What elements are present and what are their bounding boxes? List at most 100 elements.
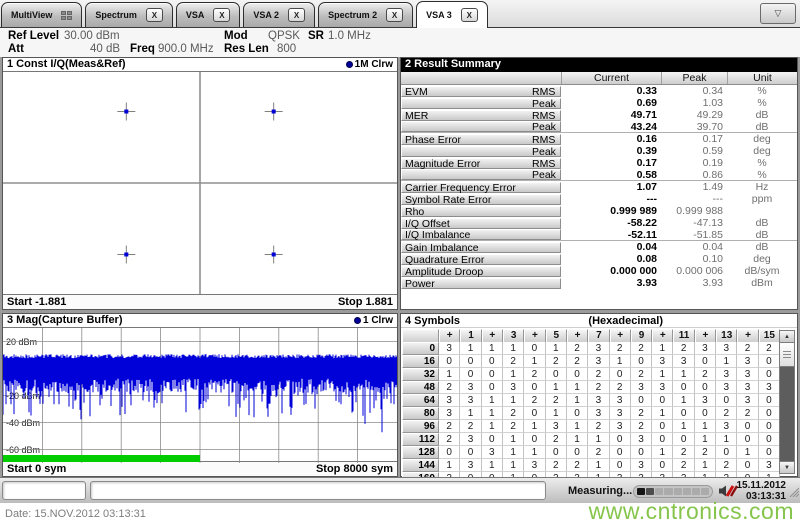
constellation-point	[271, 109, 276, 114]
result-unit: deg	[753, 133, 771, 145]
tab-close-button[interactable]: X	[288, 8, 306, 22]
tab-close-button[interactable]: X	[145, 8, 163, 22]
symbol-value-cell: 0	[630, 446, 653, 459]
symbol-value-cell: 1	[716, 433, 738, 446]
freq-value[interactable]: 900.0 MHz	[158, 43, 214, 55]
result-summary-panel-title: 2 Result Summary	[401, 58, 797, 72]
att-value[interactable]: 40 dB	[90, 43, 120, 55]
symbols-column-header: 11	[673, 329, 695, 343]
symbol-value-cell: 3	[737, 394, 759, 407]
tab-close-button[interactable]: X	[213, 8, 231, 22]
symbol-value-cell: 3	[630, 381, 653, 394]
result-current-value: ---	[646, 193, 658, 205]
measuring-status-text: Measuring...	[568, 485, 633, 497]
tab-close-button[interactable]: X	[460, 8, 478, 22]
measurement-progress-bar	[633, 485, 713, 498]
tab-spectrum[interactable]: Spectrum X	[85, 2, 173, 27]
scroll-up-button[interactable]: ▲	[779, 330, 795, 343]
symbol-value-cell: 3	[737, 381, 759, 394]
symbols-row: 80 3 1 1 2 0 1 0 3 3 2 1 0 0 2 2 0	[402, 407, 780, 420]
result-label-text: Amplitude Droop	[405, 265, 484, 278]
symbol-value-cell: 0	[673, 407, 695, 420]
symbol-value-cell: 1	[524, 446, 546, 459]
symbols-column-header: +	[439, 329, 461, 343]
result-unit: ppm	[751, 193, 773, 205]
symbols-row-label: 64	[402, 394, 439, 407]
result-row-label: Peak	[401, 97, 561, 110]
tab-spectrum-2[interactable]: Spectrum 2 X	[318, 2, 414, 27]
symbol-value-cell: 1	[502, 459, 525, 472]
const-iq-title-text: 1 Const I/Q(Meas&Ref)	[7, 58, 126, 70]
symbol-value-cell: 0	[609, 446, 631, 459]
symbols-panel-title: 4 Symbols (Hexadecimal)	[401, 314, 797, 328]
mag-capture-title-text: 3 Mag(Capture Buffer)	[7, 314, 123, 326]
result-row-label: Symbol Rate Error	[401, 193, 561, 206]
symbol-value-cell: 0	[673, 433, 695, 446]
symbol-value-cell: 0	[481, 381, 503, 394]
symbol-value-cell: 1	[545, 381, 567, 394]
symbol-value-cell: 2	[588, 420, 610, 433]
scroll-up-icon: ▲	[784, 333, 790, 340]
result-row: Peak 0.69 1.03%	[401, 97, 797, 110]
symbol-value-cell: 1	[673, 368, 695, 381]
footer-date-text: Date: 15.NOV.2012 03:13:31	[5, 508, 146, 520]
symbols-row-label: 80	[402, 407, 439, 420]
mag-capture-plot-area[interactable]: 20 dBm -20 dBm -40 dBm -60 dBm	[3, 328, 397, 463]
symbol-value-cell: 1	[460, 407, 482, 420]
symbol-value-cell: 0	[524, 342, 546, 355]
status-input-field-1[interactable]	[2, 481, 86, 500]
result-row-label: Carrier Frequency Error	[401, 181, 561, 194]
result-label-text: Magnitude Error	[405, 157, 481, 170]
symbols-scrollbar[interactable]: ▲ ▼	[779, 330, 795, 474]
symbol-value-cell: 2	[588, 446, 610, 459]
result-sublabel-text: RMS	[532, 109, 556, 122]
result-unit: %	[757, 85, 767, 97]
symbols-column-header: +	[694, 329, 717, 343]
symbols-column-header: 15	[758, 329, 780, 343]
status-input-field-2[interactable]	[90, 481, 546, 500]
result-unit: %	[757, 157, 767, 169]
res-len-value[interactable]: 800	[277, 43, 296, 55]
tab-vsa-2[interactable]: VSA 2 X	[243, 2, 316, 27]
symbol-value-cell: 0	[481, 368, 503, 381]
scrollbar-thumb[interactable]	[779, 343, 795, 367]
const-iq-plot-area[interactable]	[3, 72, 397, 294]
result-current-value: -52.11	[627, 228, 657, 241]
progress-segment	[637, 488, 646, 495]
scroll-down-button[interactable]: ▼	[779, 461, 795, 474]
tab-close-button[interactable]: X	[386, 8, 404, 22]
result-peak-value: -47.13	[693, 217, 723, 229]
tab-multiview[interactable]: MultiView	[1, 2, 83, 27]
symbol-value-cell: 3	[737, 355, 759, 368]
tab-overflow-button[interactable]: ▽	[760, 3, 796, 24]
symbol-value-cell: 1	[609, 355, 631, 368]
symbol-value-cell: 1	[502, 394, 525, 407]
symbol-value-cell: 0	[758, 355, 780, 368]
result-unit: dB	[755, 109, 769, 121]
result-row: Peak 0.39 0.59 deg	[401, 145, 797, 158]
result-label-text: Gain Imbalance	[405, 241, 479, 254]
result-current-value: 1.07	[636, 181, 657, 193]
ref-level-value[interactable]: 30.00 dBm	[64, 30, 120, 42]
symbol-value-cell: 3	[609, 394, 631, 407]
mag-stop-label: Stop 8000 sym	[315, 463, 393, 475]
result-row-label: I/Q Imbalance	[401, 229, 561, 241]
tab-vsa-3[interactable]: VSA 3 X	[416, 1, 488, 28]
symbol-value-cell: 0	[481, 433, 503, 446]
result-peak-value: 0.000 006	[676, 265, 723, 277]
symbols-row-label: 0	[402, 342, 439, 355]
result-row-label: Magnitude Error RMS	[401, 157, 561, 170]
result-current-value: -58.22	[627, 217, 657, 229]
sr-value[interactable]: 1.0 MHz	[328, 30, 371, 42]
symbols-column-header: 5	[545, 329, 567, 343]
symbol-value-cell: 2	[630, 420, 653, 433]
result-row-label: Phase Error RMS	[401, 133, 561, 146]
symbol-value-cell: 1	[652, 342, 674, 355]
symbols-row-label: 128	[402, 446, 439, 459]
symbols-header-spacer	[402, 329, 439, 343]
scrollbar-track[interactable]	[779, 367, 795, 461]
result-column-header: Current	[561, 72, 661, 84]
tab-vsa[interactable]: VSA X	[175, 2, 241, 27]
mod-value[interactable]: QPSK	[268, 30, 300, 42]
trace-dot-icon	[345, 61, 353, 68]
